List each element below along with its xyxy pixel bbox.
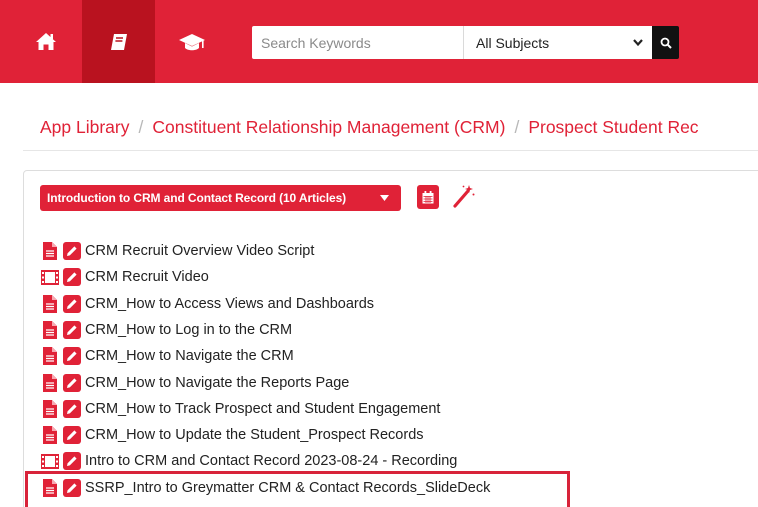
edit-pencil-icon[interactable] [63,399,81,418]
video-file-icon[interactable] [41,268,59,287]
article-row[interactable]: CRM_How to Navigate the CRM [41,343,561,369]
article-row[interactable]: CRM_How to Access Views and Dashboards [41,291,561,317]
breadcrumb-item-prospect-student[interactable]: Prospect Student Rec [528,117,698,137]
magic-wand-button[interactable] [452,184,476,213]
highlight-box [25,471,570,507]
document-file-icon[interactable] [41,373,59,392]
edit-pencil-icon[interactable] [63,268,81,287]
article-row[interactable]: CRM_How to Log in to the CRM [41,317,561,343]
edit-pencil-icon[interactable] [63,347,81,366]
article-set-dropdown[interactable]: Introduction to CRM and Contact Record (… [40,185,401,211]
article-title[interactable]: Intro to CRM and Contact Record 2023-08-… [85,453,457,469]
video-file-icon[interactable] [41,452,59,471]
article-set-dropdown-label: Introduction to CRM and Contact Record (… [47,191,347,205]
book-icon [110,33,127,50]
subject-select-value: All Subjects [476,34,550,51]
article-title[interactable]: CRM_How to Navigate the CRM [85,348,294,364]
article-row[interactable]: CRM Recruit Video [41,264,561,290]
nav-home-button[interactable] [9,0,82,83]
breadcrumb: App Library / Constituent Relationship Man… [40,117,699,138]
edit-pencil-icon[interactable] [63,294,81,313]
article-title[interactable]: CRM_How to Navigate the Reports Page [85,375,349,391]
article-row[interactable]: CRM_How to Navigate the Reports Page [41,370,561,396]
document-file-icon[interactable] [41,426,59,445]
search-icon [660,37,672,49]
search-input[interactable] [252,26,463,59]
magic-wand-icon [453,185,475,208]
chevron-down-icon [633,39,643,47]
document-file-icon[interactable] [41,294,59,313]
breadcrumb-item-crm[interactable]: Constituent Relationship Management (CRM… [152,117,505,137]
breadcrumb-separator: / [514,117,520,137]
breadcrumb-item-app-library[interactable]: App Library [40,117,130,137]
search-button[interactable] [652,26,679,59]
edit-pencil-icon[interactable] [63,242,81,260]
top-nav-bar: All Subjects [0,0,758,83]
calendar-icon [422,190,434,203]
article-title[interactable]: CRM_How to Update the Student_Prospect R… [85,427,424,443]
edit-pencil-icon[interactable] [63,373,81,392]
document-file-icon[interactable] [41,320,59,339]
caret-down-icon [380,195,389,201]
article-title[interactable]: CRM Recruit Overview Video Script [85,243,314,259]
document-file-icon[interactable] [41,347,59,366]
edit-pencil-icon[interactable] [63,426,81,445]
divider [23,150,758,151]
home-icon [35,33,56,50]
breadcrumb-separator: / [138,117,144,137]
nav-courses-button[interactable] [155,0,228,83]
edit-pencil-icon[interactable] [63,452,81,471]
article-row[interactable]: CRM_How to Update the Student_Prospect R… [41,422,561,448]
document-file-icon[interactable] [41,242,59,261]
edit-pencil-icon[interactable] [63,320,81,339]
article-title[interactable]: CRM_How to Access Views and Dashboards [85,296,374,312]
document-file-icon[interactable] [41,399,59,418]
article-title[interactable]: CRM_How to Log in to the CRM [85,322,292,338]
nav-library-button[interactable] [82,0,155,83]
article-title[interactable]: CRM Recruit Video [85,269,209,285]
calendar-button[interactable] [417,185,439,209]
subject-select[interactable]: All Subjects [463,26,652,59]
article-title[interactable]: CRM_How to Track Prospect and Student En… [85,401,440,417]
graduation-cap-icon [178,33,205,50]
article-row[interactable]: CRM_How to Track Prospect and Student En… [41,396,561,422]
article-row[interactable]: CRM Recruit Overview Video Script [41,238,561,264]
